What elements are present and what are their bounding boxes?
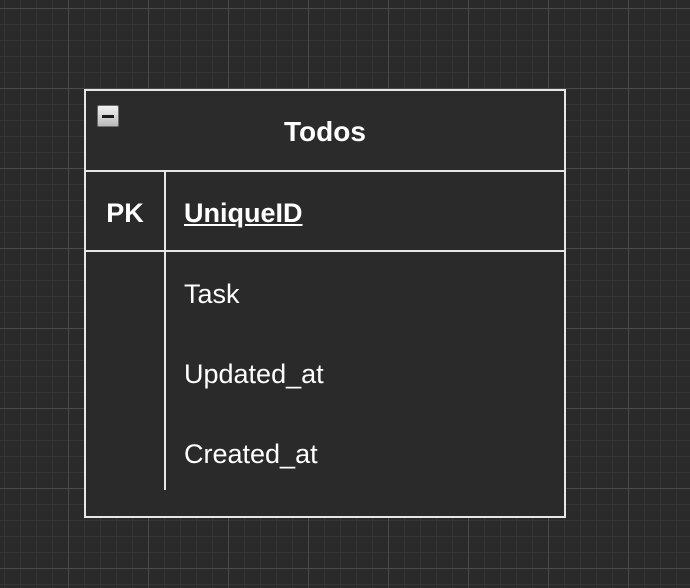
entity-title: Todos <box>284 116 366 147</box>
field-updated-at[interactable]: Updated_at <box>184 332 324 412</box>
column-divider <box>164 172 166 250</box>
entity-table[interactable]: Todos PK UniqueID Task Updated_at Create… <box>84 89 566 518</box>
pk-field-name: UniqueID <box>184 198 303 228</box>
entity-header: Todos <box>86 91 564 172</box>
field-task[interactable]: Task <box>184 252 240 332</box>
column-divider <box>164 252 166 490</box>
pk-label: PK <box>106 198 144 228</box>
primary-key-row[interactable]: PK UniqueID <box>86 172 564 252</box>
field-created-at[interactable]: Created_at <box>184 412 318 492</box>
